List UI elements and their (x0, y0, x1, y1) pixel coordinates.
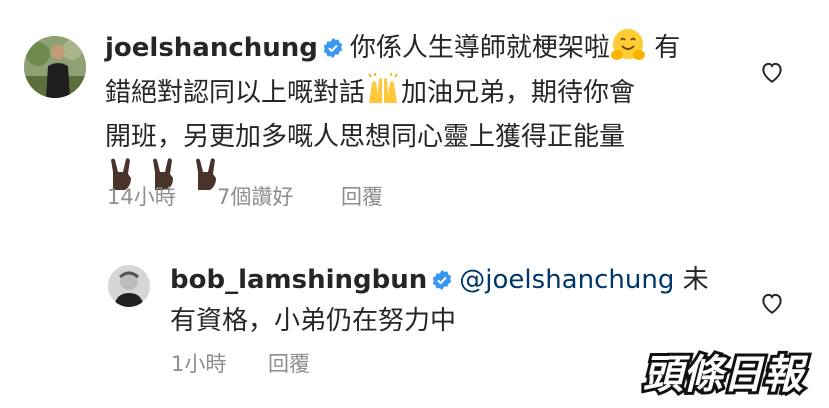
hugging-face-icon (610, 28, 646, 73)
like-heart-icon[interactable] (759, 59, 785, 85)
comment-text: joelshanchung 你係人生導師就梗架啦 有 錯絕對認同以上嘅對話 加油兄弟… (105, 28, 735, 203)
username[interactable]: joelshanchung (105, 33, 318, 63)
comment-text: bob_lamshingbun @joelshanchung 未 有資格，小弟仍在… (170, 261, 730, 340)
avatar[interactable] (24, 36, 86, 98)
verified-badge-icon (322, 32, 344, 70)
timestamp: 14小時 (107, 185, 176, 209)
comment-meta: 1小時 回覆 (171, 348, 471, 378)
comment-meta: 14小時 7個讚好 回覆 (107, 181, 707, 211)
mention-link[interactable]: @joelshanchung (459, 265, 674, 295)
comment-text-part: 有資格，小弟仍在努力中 (170, 306, 457, 336)
timestamp: 1小時 (171, 352, 227, 376)
reply-button[interactable]: 回覆 (268, 348, 310, 378)
comment-text-part: 你係人生導師就梗架啦 (349, 33, 610, 63)
comment-text-part: 加油兄弟，期待你會 (401, 78, 636, 108)
avatar[interactable] (108, 265, 150, 307)
comment-text-part: 開班，另更加多嘅人思想同心靈上獲得正能量 (105, 122, 626, 152)
svg-text:頭條日報: 頭條日報 (643, 352, 809, 398)
comment-text-part: 未 (674, 265, 709, 295)
username[interactable]: bob_lamshingbun (170, 265, 427, 295)
verified-badge-icon (431, 264, 453, 302)
comment-text-part: 有 (645, 33, 681, 63)
raising-hands-icon (365, 73, 401, 118)
watermark-logo: 頭條日報 (639, 342, 817, 402)
comment-text-part: 錯絕對認同以上嘅對話 (105, 78, 366, 108)
like-heart-icon[interactable] (759, 290, 785, 316)
reply-button[interactable]: 回覆 (341, 181, 383, 211)
likes-count[interactable]: 7個讚好 (217, 181, 293, 211)
